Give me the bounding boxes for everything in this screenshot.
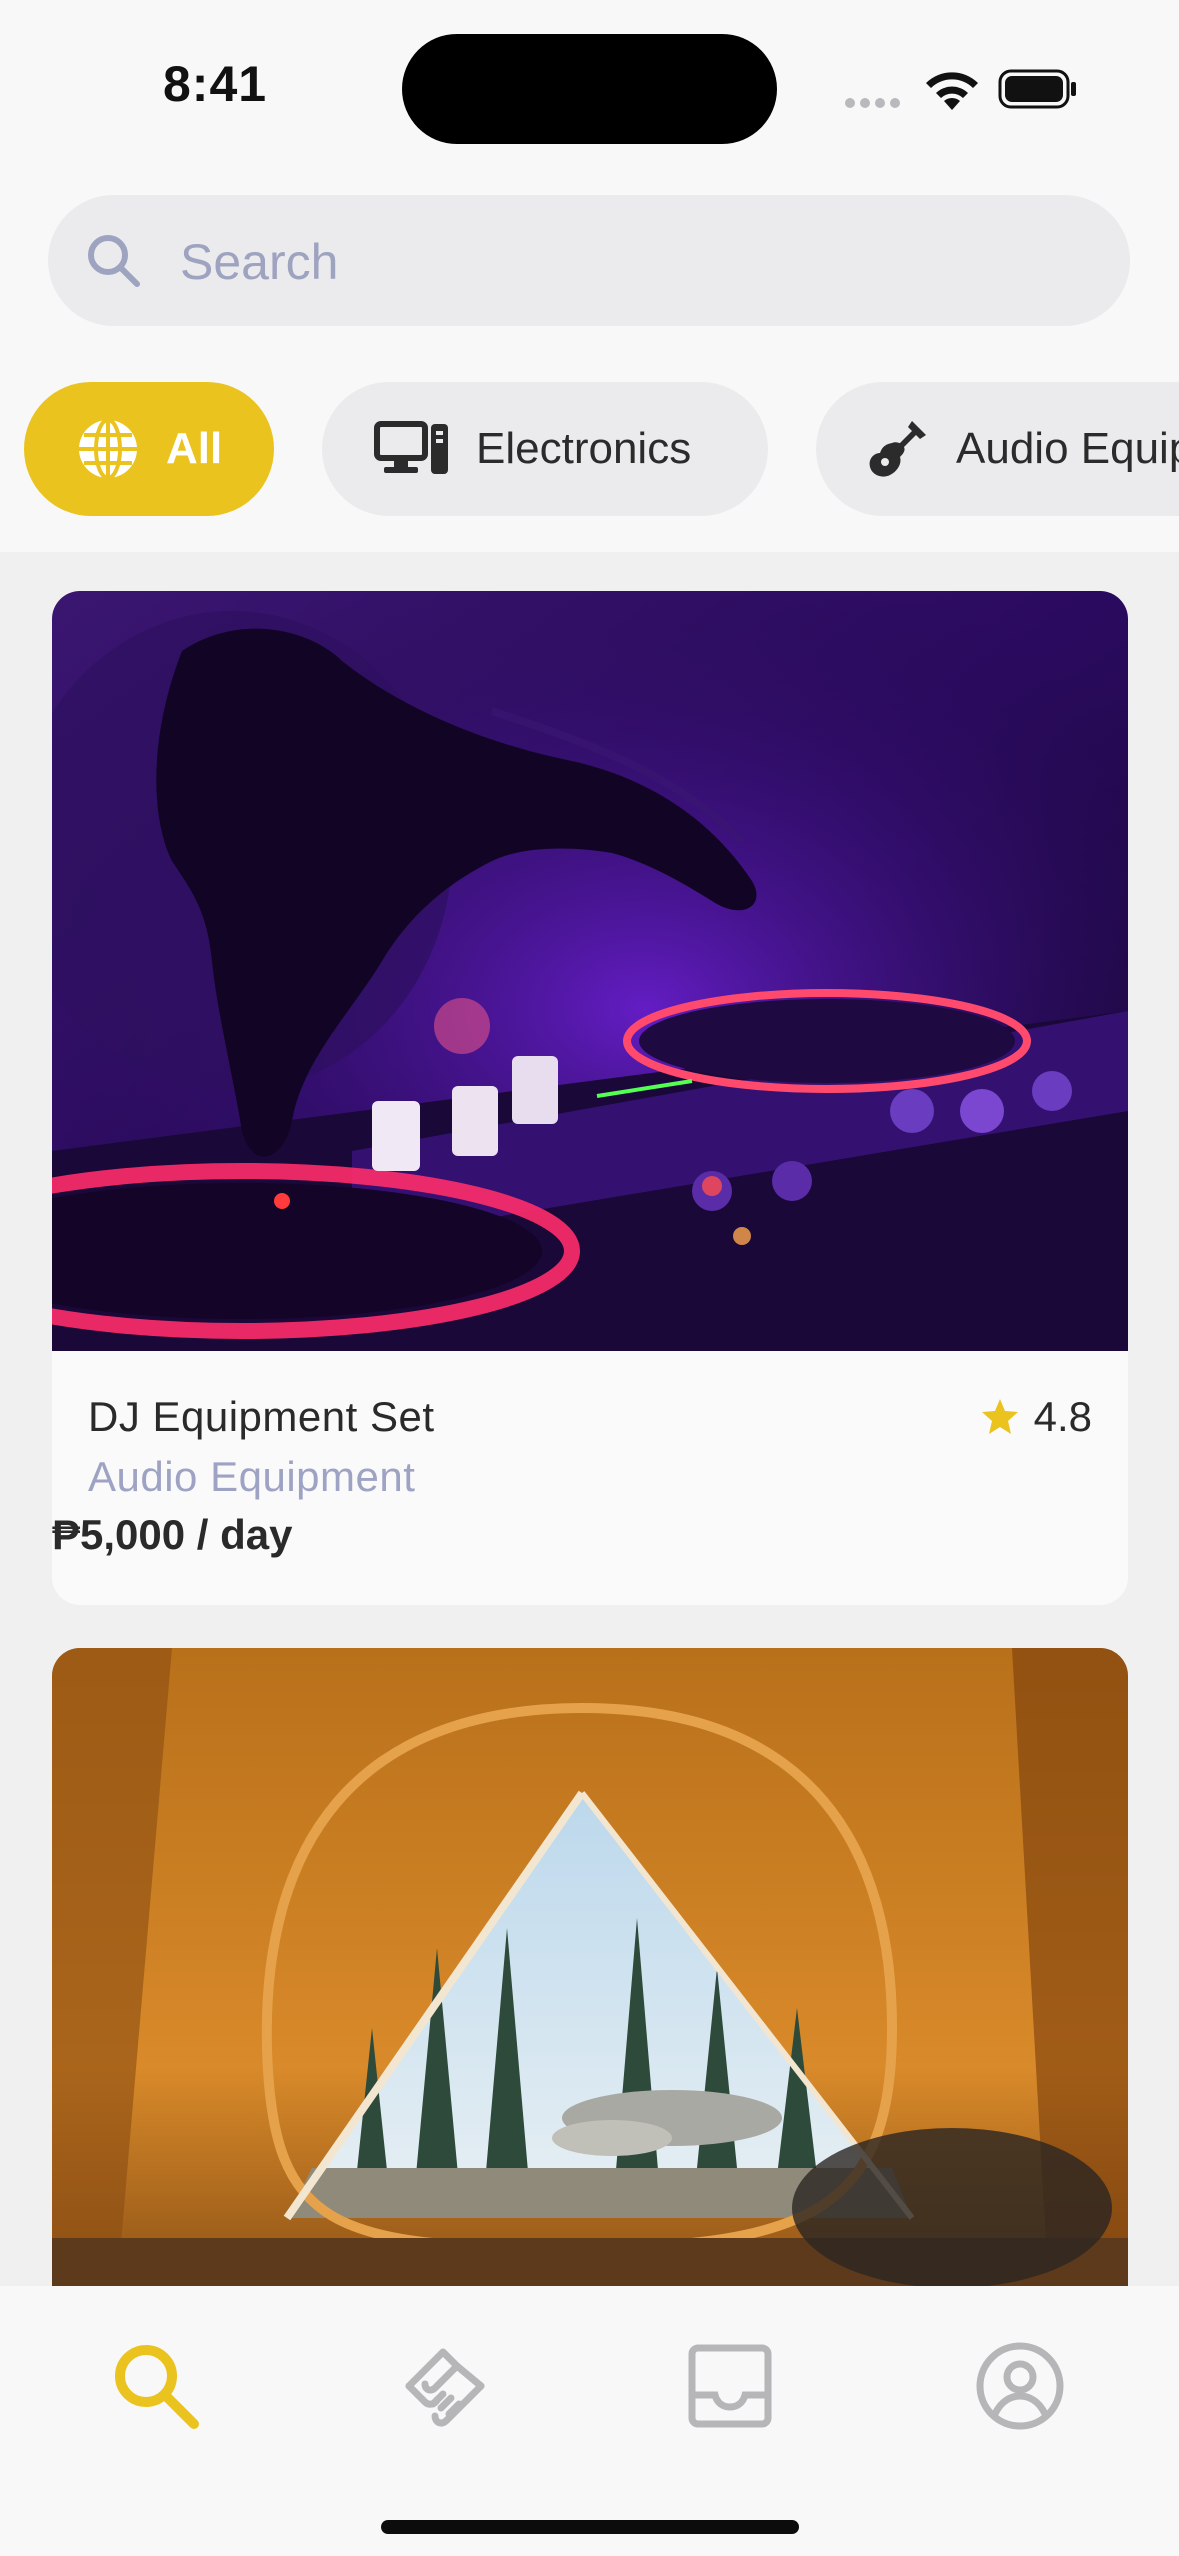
computer-icon	[374, 421, 448, 474]
listing-info: DJ Equipment Set Audio Equipment ₱5,000 …	[52, 1351, 1128, 1605]
bottom-tab-bar	[0, 2286, 1179, 2556]
home-indicator	[381, 2520, 799, 2534]
rating-value: 4.8	[1033, 1393, 1092, 1440]
dynamic-island	[402, 34, 777, 144]
category-chip-label: Electronics	[476, 424, 692, 473]
inbox-icon	[688, 2344, 772, 2428]
search-icon	[88, 235, 140, 287]
header: All Electronics Audio Equipment	[0, 180, 1179, 552]
category-chip-label: Audio Equipment	[956, 424, 1179, 473]
cellular-signal-icon	[845, 95, 905, 113]
tab-rentals[interactable]	[385, 2326, 505, 2446]
search-input[interactable]	[178, 195, 1082, 328]
battery-icon	[998, 69, 1076, 109]
status-bar: 8:41	[0, 0, 1179, 180]
tab-profile[interactable]	[960, 2326, 1080, 2446]
category-chip-electronics[interactable]: Electronics	[322, 382, 768, 516]
listing-price: ₱5,000 / day	[52, 1511, 293, 1558]
category-chip-label: All	[166, 424, 223, 473]
category-chip-audio-equipment[interactable]: Audio Equipment	[816, 382, 1179, 516]
category-chip-all[interactable]: All	[24, 382, 274, 516]
user-circle-icon	[976, 2342, 1064, 2430]
listing-card[interactable]	[52, 1648, 1128, 2348]
status-time: 8:41	[163, 56, 268, 112]
listing-rating: 4.8	[980, 1393, 1092, 1441]
listing-category: Audio Equipment	[88, 1453, 416, 1500]
search-bar[interactable]	[48, 195, 1130, 328]
guitar-icon	[869, 421, 926, 477]
tab-inbox[interactable]	[670, 2326, 790, 2446]
wifi-icon	[926, 72, 978, 110]
tab-search[interactable]	[96, 2326, 216, 2446]
search-icon	[115, 2345, 199, 2429]
globe-icon	[79, 418, 137, 480]
handshake-icon	[405, 2348, 485, 2427]
camping-tent-photo	[52, 1648, 1128, 2348]
listing-card[interactable]: DJ Equipment Set Audio Equipment ₱5,000 …	[52, 591, 1128, 1605]
star-icon	[981, 1399, 1018, 1434]
category-filter-bar: All Electronics Audio Equipment	[0, 382, 1179, 518]
dj-controller-photo	[52, 591, 1128, 1351]
listing-title: DJ Equipment Set	[88, 1393, 435, 1440]
